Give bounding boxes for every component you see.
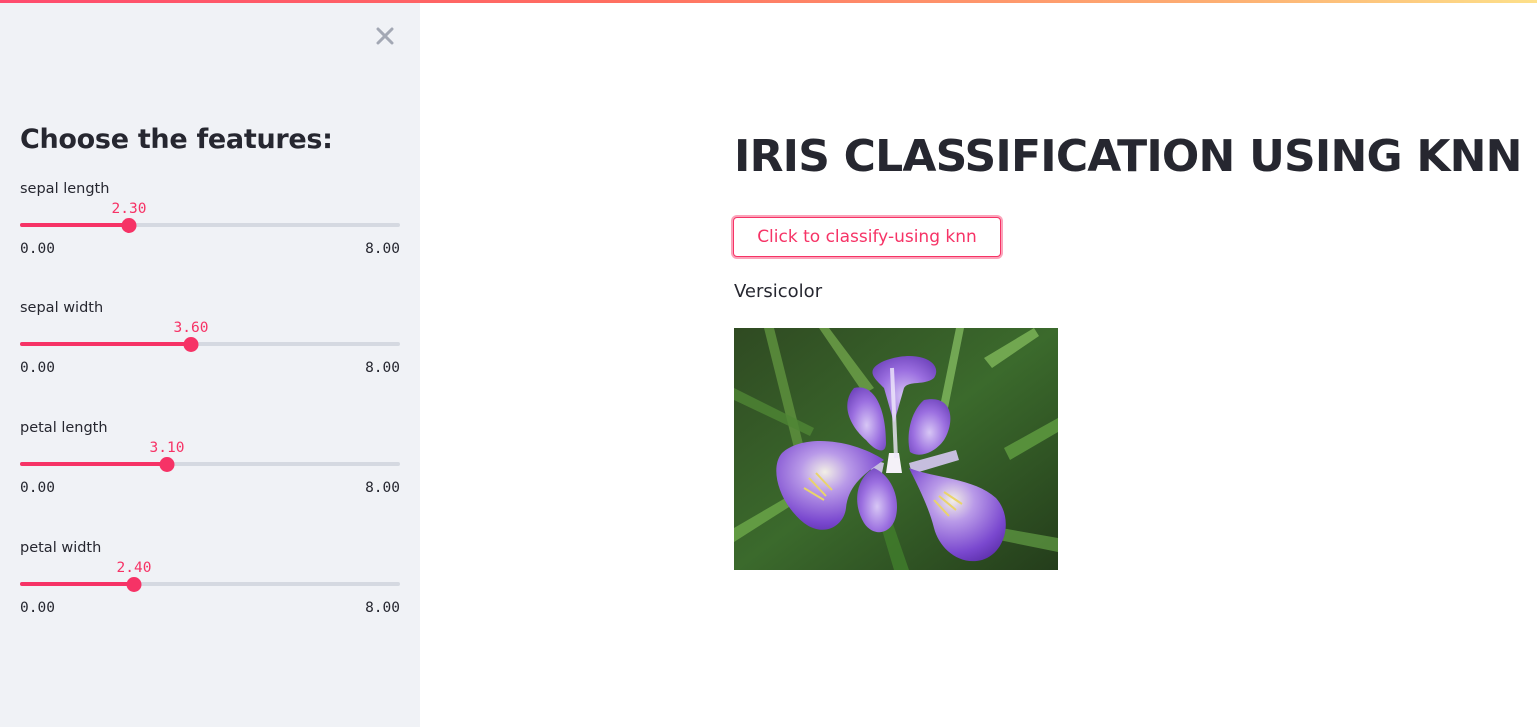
slider-thumb[interactable] [183, 337, 199, 352]
slider-fill [20, 223, 129, 227]
slider-track[interactable] [20, 223, 400, 227]
slider-min-label: 0.00 [20, 600, 55, 616]
slider-thumb[interactable] [159, 457, 175, 472]
slider-label: sepal length [20, 181, 110, 197]
prediction-result: Versicolor [734, 281, 823, 302]
slider-value: 3.60 [173, 320, 209, 336]
slider-min-label: 0.00 [20, 360, 55, 376]
slider-fill [20, 582, 134, 586]
slider-max-label: 8.00 [365, 241, 400, 257]
slider-thumb[interactable] [126, 577, 142, 592]
close-icon[interactable] [373, 24, 397, 48]
slider-label: petal length [20, 420, 108, 436]
slider-value: 2.40 [116, 560, 152, 576]
slider-fill [20, 462, 167, 466]
slider-fill [20, 342, 191, 346]
slider-thumb[interactable] [121, 218, 137, 233]
slider-max-label: 8.00 [365, 480, 400, 496]
slider-track[interactable] [20, 462, 400, 466]
slider-track[interactable] [20, 582, 400, 586]
page-title: IRIS CLASSIFICATION USING KNN [734, 131, 1522, 182]
slider-min-label: 0.00 [20, 480, 55, 496]
slider-petal-width: petal width 2.40 0.00 8.00 [20, 540, 400, 650]
slider-min-label: 0.00 [20, 241, 55, 257]
classify-button[interactable]: Click to classify-using knn [733, 217, 1001, 257]
slider-max-label: 8.00 [365, 360, 400, 376]
slider-sepal-length: sepal length 2.30 0.00 8.00 [20, 181, 400, 291]
slider-petal-length: petal length 3.10 0.00 8.00 [20, 420, 400, 530]
iris-flower-image [734, 328, 1058, 570]
header-decoration-bar [0, 0, 1537, 3]
slider-value: 2.30 [111, 201, 147, 217]
sidebar: Choose the features: sepal length 2.30 0… [0, 0, 420, 727]
slider-max-label: 8.00 [365, 600, 400, 616]
slider-sepal-width: sepal width 3.60 0.00 8.00 [20, 300, 400, 410]
sidebar-title: Choose the features: [20, 124, 333, 155]
slider-track[interactable] [20, 342, 400, 346]
slider-label: sepal width [20, 300, 104, 316]
slider-value: 3.10 [149, 440, 185, 456]
slider-label: petal width [20, 540, 102, 556]
